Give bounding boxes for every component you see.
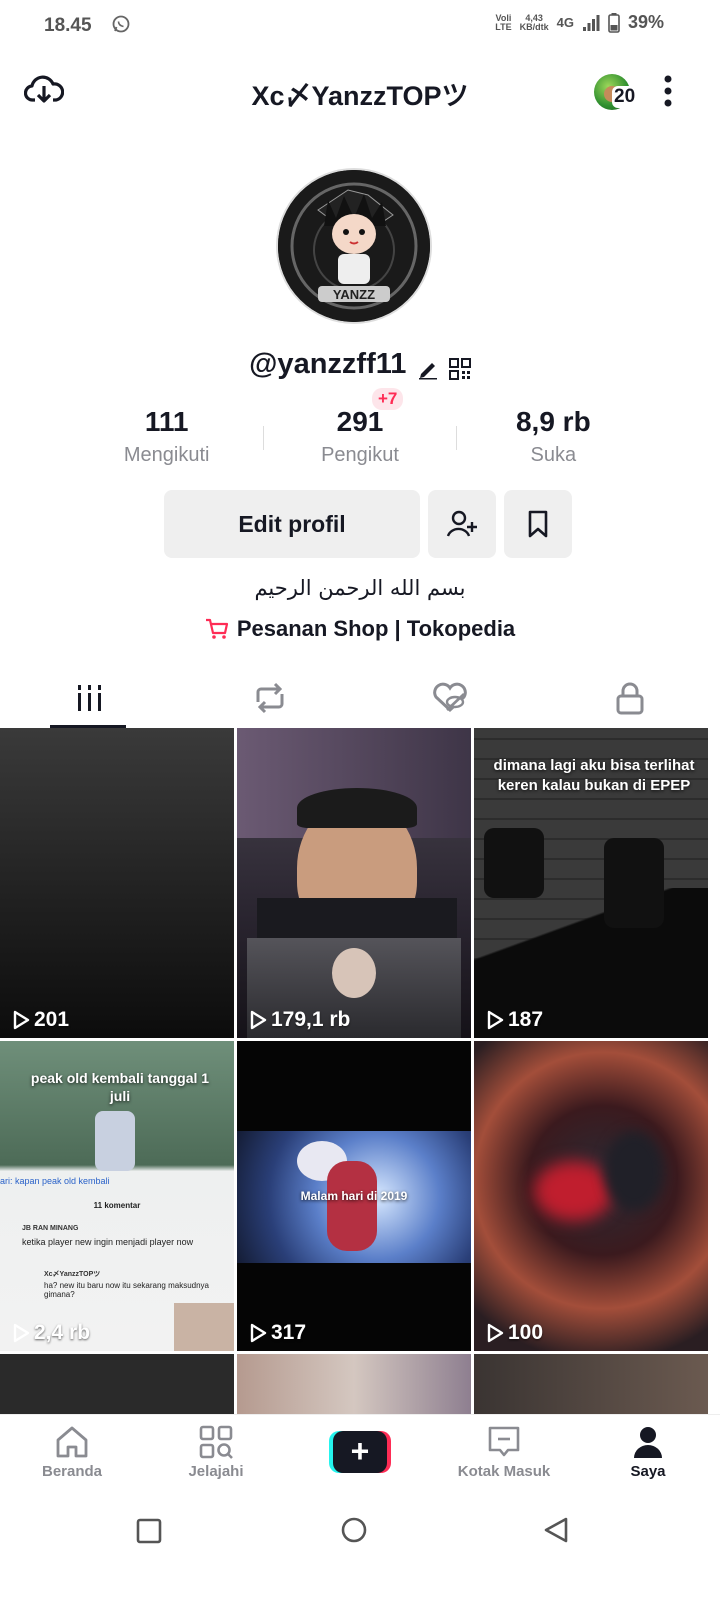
- comment-user: JB RAN MINANG: [22, 1225, 79, 1232]
- view-count: 100: [508, 1321, 544, 1344]
- bottom-navigation: Beranda Jelajahi + Kotak Masuk Saya: [0, 1414, 720, 1494]
- shop-link-label: Pesanan Shop | Tokopedia: [236, 616, 516, 641]
- comment-text: ha? new itu baru now itu sekarang maksud…: [44, 1281, 209, 1299]
- signal-icon: [582, 14, 600, 31]
- lock-icon: [616, 682, 644, 715]
- nav-home-label: Beranda: [41, 1463, 103, 1480]
- explore-icon: [199, 1425, 233, 1459]
- tab-liked[interactable]: [360, 668, 540, 728]
- view-count: 179,1 rb: [271, 1008, 351, 1031]
- tab-reposts[interactable]: [180, 668, 360, 728]
- video-caption: Malam hari di 2019: [300, 1189, 408, 1203]
- likes-label: Suka: [530, 444, 577, 466]
- network-speed: 4,43 KB/dtk: [519, 12, 549, 32]
- network-type: 4G: [556, 15, 574, 30]
- view-count: 2,4 rb: [34, 1321, 91, 1344]
- view-count: 201: [34, 1008, 70, 1031]
- followers-count: 291: [336, 406, 384, 437]
- nav-explore[interactable]: Jelajahi: [144, 1415, 288, 1494]
- status-time: 18.45: [44, 15, 92, 36]
- battery-icon: [608, 12, 620, 33]
- avatar-illustration: YANZZ: [278, 170, 430, 322]
- qr-code-icon[interactable]: [448, 357, 471, 380]
- stat-likes[interactable]: 8,9 rb Suka: [457, 406, 650, 476]
- nav-profile[interactable]: Saya: [576, 1415, 720, 1494]
- profile-bio: بسم الله الرحمن الرحيم: [254, 576, 466, 600]
- comment-text: ketika player new ingin menjadi player n…: [22, 1237, 194, 1247]
- nav-create[interactable]: +: [288, 1415, 432, 1494]
- liked-hidden-icon: [433, 682, 467, 713]
- play-icon: [487, 1010, 504, 1030]
- following-label: Mengikuti: [123, 444, 210, 466]
- video-grid: 201 179,1 rb dimana lagi aku bisa terlih…: [0, 728, 720, 1414]
- username-row: @yanzzff11: [0, 348, 720, 381]
- system-navigation-bar: [0, 1500, 720, 1600]
- play-icon: [13, 1010, 30, 1030]
- nav-inbox[interactable]: Kotak Masuk: [432, 1415, 576, 1494]
- recents-icon[interactable]: [136, 1518, 162, 1544]
- shopping-cart-icon: [205, 618, 228, 639]
- comments-title: 11 komentar: [93, 1201, 141, 1210]
- video-thumbnail[interactable]: dimana lagi aku bisa terlihat keren kala…: [474, 728, 708, 1038]
- play-icon: [250, 1323, 267, 1343]
- avatar-logo-text: YANZZ: [333, 287, 375, 302]
- likes-count: 8,9 rb: [515, 406, 591, 437]
- inbox-icon: [488, 1426, 520, 1457]
- video-caption: peak old kembali tanggal 1 juli: [30, 1070, 210, 1104]
- comment-user: Xc〆YanzzTOPツ: [44, 1271, 101, 1278]
- add-friend-button[interactable]: [428, 490, 496, 558]
- battery-percent: 39%: [627, 12, 664, 32]
- more-options-icon[interactable]: [664, 74, 672, 110]
- content-tabs: [0, 668, 720, 728]
- video-thumbnail[interactable]: 179,1 rb: [237, 728, 471, 1038]
- grid-icon: [78, 685, 101, 711]
- plus-icon: +: [329, 1431, 391, 1473]
- play-icon: [13, 1323, 30, 1343]
- add-user-icon: [446, 510, 477, 537]
- video-thumbnail[interactable]: 100: [474, 1041, 708, 1351]
- video-thumbnail[interactable]: 201: [0, 728, 234, 1038]
- back-icon[interactable]: [542, 1516, 570, 1544]
- volte-indicator: Voli LTE: [495, 12, 512, 32]
- view-count: 187: [508, 1008, 544, 1031]
- tab-private[interactable]: [540, 668, 720, 728]
- home-icon: [56, 1426, 88, 1458]
- video-caption: dimana lagi aku bisa terlihat keren kala…: [493, 757, 695, 794]
- shop-link[interactable]: Pesanan Shop | Tokopedia: [0, 616, 720, 642]
- tab-videos[interactable]: [0, 668, 180, 728]
- profile-avatar[interactable]: YANZZ: [276, 168, 432, 324]
- nav-inbox-label: Kotak Masuk: [457, 1463, 551, 1480]
- stat-followers[interactable]: 291 Pengikut: [263, 406, 457, 476]
- view-count: 317: [271, 1321, 307, 1344]
- profile-stats: 111 Mengikuti 291 Pengikut 8,9 rb Suka: [70, 406, 650, 476]
- whatsapp-icon: [112, 15, 130, 33]
- video-thumbnail[interactable]: [0, 1354, 234, 1414]
- nav-profile-label: Saya: [630, 1463, 666, 1480]
- notification-count[interactable]: 20: [612, 86, 638, 108]
- new-followers-badge: +7: [372, 388, 404, 410]
- bookmark-icon: [528, 510, 548, 538]
- status-bar: 18.45 Voli LTE 4,43 KB/dtk 4G 39%: [0, 0, 720, 52]
- repost-icon: [256, 682, 284, 714]
- edit-pencil-icon[interactable]: [417, 358, 439, 380]
- nav-home[interactable]: Beranda: [0, 1415, 144, 1494]
- video-thumbnail[interactable]: [474, 1354, 708, 1414]
- video-thumbnail[interactable]: Malam hari di 2019 317: [237, 1041, 471, 1351]
- profile-icon: [634, 1427, 662, 1458]
- followers-label: Pengikut: [321, 444, 399, 466]
- favorites-button[interactable]: [504, 490, 572, 558]
- video-search-hint: ari: kapan peak old kembali: [0, 1176, 110, 1186]
- video-thumbnail[interactable]: peak old kembali tanggal 1 juli ari: kap…: [0, 1041, 234, 1351]
- play-icon: [487, 1323, 504, 1343]
- following-count: 111: [144, 406, 189, 437]
- play-icon: [250, 1010, 267, 1030]
- home-circle-icon[interactable]: [340, 1516, 368, 1544]
- stat-following[interactable]: 111 Mengikuti: [70, 406, 263, 476]
- username: @yanzzff11: [249, 348, 407, 380]
- profile-header: Xc〆YanzzTOPツ 20: [0, 60, 720, 124]
- profile-actions: Edit profil: [164, 490, 572, 558]
- edit-profile-button[interactable]: Edit profil: [164, 490, 420, 558]
- nav-explore-label: Jelajahi: [188, 1463, 244, 1480]
- video-thumbnail[interactable]: [237, 1354, 471, 1414]
